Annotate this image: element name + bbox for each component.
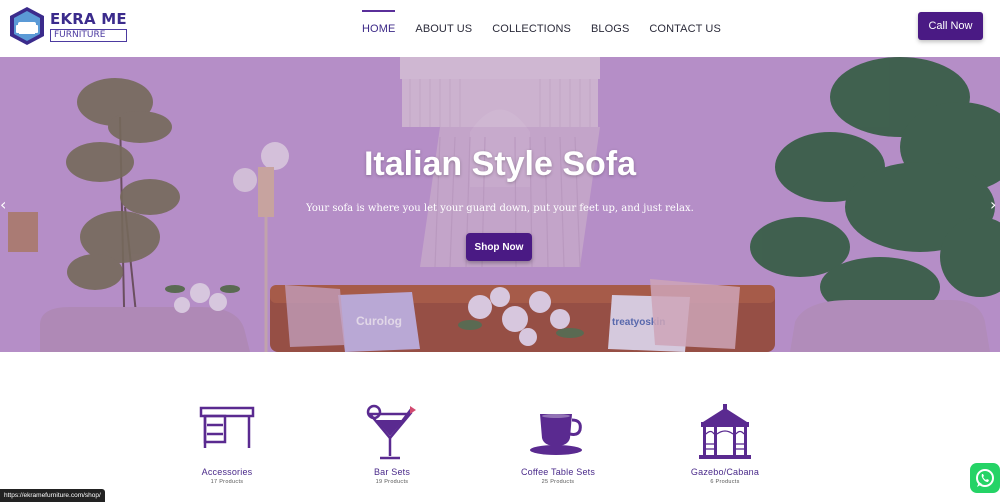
logo-title: EKRA ME: [50, 9, 127, 28]
category-accessories[interactable]: Accessories 17 Products: [167, 404, 287, 485]
whatsapp-button[interactable]: [970, 463, 1000, 493]
call-now-button[interactable]: Call Now: [918, 12, 983, 40]
chevron-left-icon[interactable]: ‹: [0, 195, 6, 214]
site-logo[interactable]: EKRA ME FURNITURE: [8, 6, 127, 46]
status-bar-url: https://ekramefurniture.com/shop/: [0, 489, 105, 502]
category-coffee-table-sets[interactable]: Coffee Table Sets 25 Products: [498, 404, 618, 485]
hero-title: Italian Style Sofa: [363, 145, 637, 183]
logo-subtitle: FURNITURE: [50, 28, 127, 42]
category-name: Gazebo/Cabana: [690, 467, 760, 477]
category-count: 17 Products: [210, 479, 244, 485]
nav-home[interactable]: HOME: [362, 9, 396, 39]
hero-subtitle: Your sofa is where you let your guard do…: [306, 203, 694, 214]
nav-blogs[interactable]: BLOGS: [591, 19, 629, 39]
nav-contact-us[interactable]: CONTACT US: [649, 19, 721, 39]
nav-about-us[interactable]: ABOUT US: [415, 19, 472, 39]
category-count: 6 Products: [710, 479, 740, 485]
category-name: Coffee Table Sets: [520, 467, 596, 477]
category-section: Accessories 17 Products Bar Sets 19 Prod…: [0, 352, 1000, 502]
gazebo-icon: [699, 404, 751, 459]
cocktail-glass-icon: [366, 404, 416, 460]
category-count: 25 Products: [541, 479, 575, 485]
chevron-right-icon[interactable]: ›: [990, 195, 996, 214]
logo-badge-icon: [10, 7, 44, 45]
whatsapp-icon: [976, 469, 994, 487]
hero-slider: Curolog treatyoskin Italian Style Sofa Y…: [0, 57, 1000, 352]
category-count: 19 Products: [375, 479, 409, 485]
category-name: Accessories: [201, 467, 253, 477]
site-header: EKRA ME FURNITURE HOME ABOUT US COLLECTI…: [0, 0, 1000, 57]
category-gazebo-cabana[interactable]: Gazebo/Cabana 6 Products: [665, 404, 785, 485]
main-nav: HOME ABOUT US COLLECTIONS BLOGS CONTACT …: [362, 0, 741, 57]
nav-collections[interactable]: COLLECTIONS: [492, 19, 571, 39]
coffee-cup-icon: [530, 414, 582, 455]
category-bar-sets[interactable]: Bar Sets 19 Products: [332, 404, 452, 485]
category-name: Bar Sets: [373, 467, 411, 477]
desk-icon: [199, 406, 255, 448]
shop-now-button[interactable]: Shop Now: [466, 233, 532, 261]
